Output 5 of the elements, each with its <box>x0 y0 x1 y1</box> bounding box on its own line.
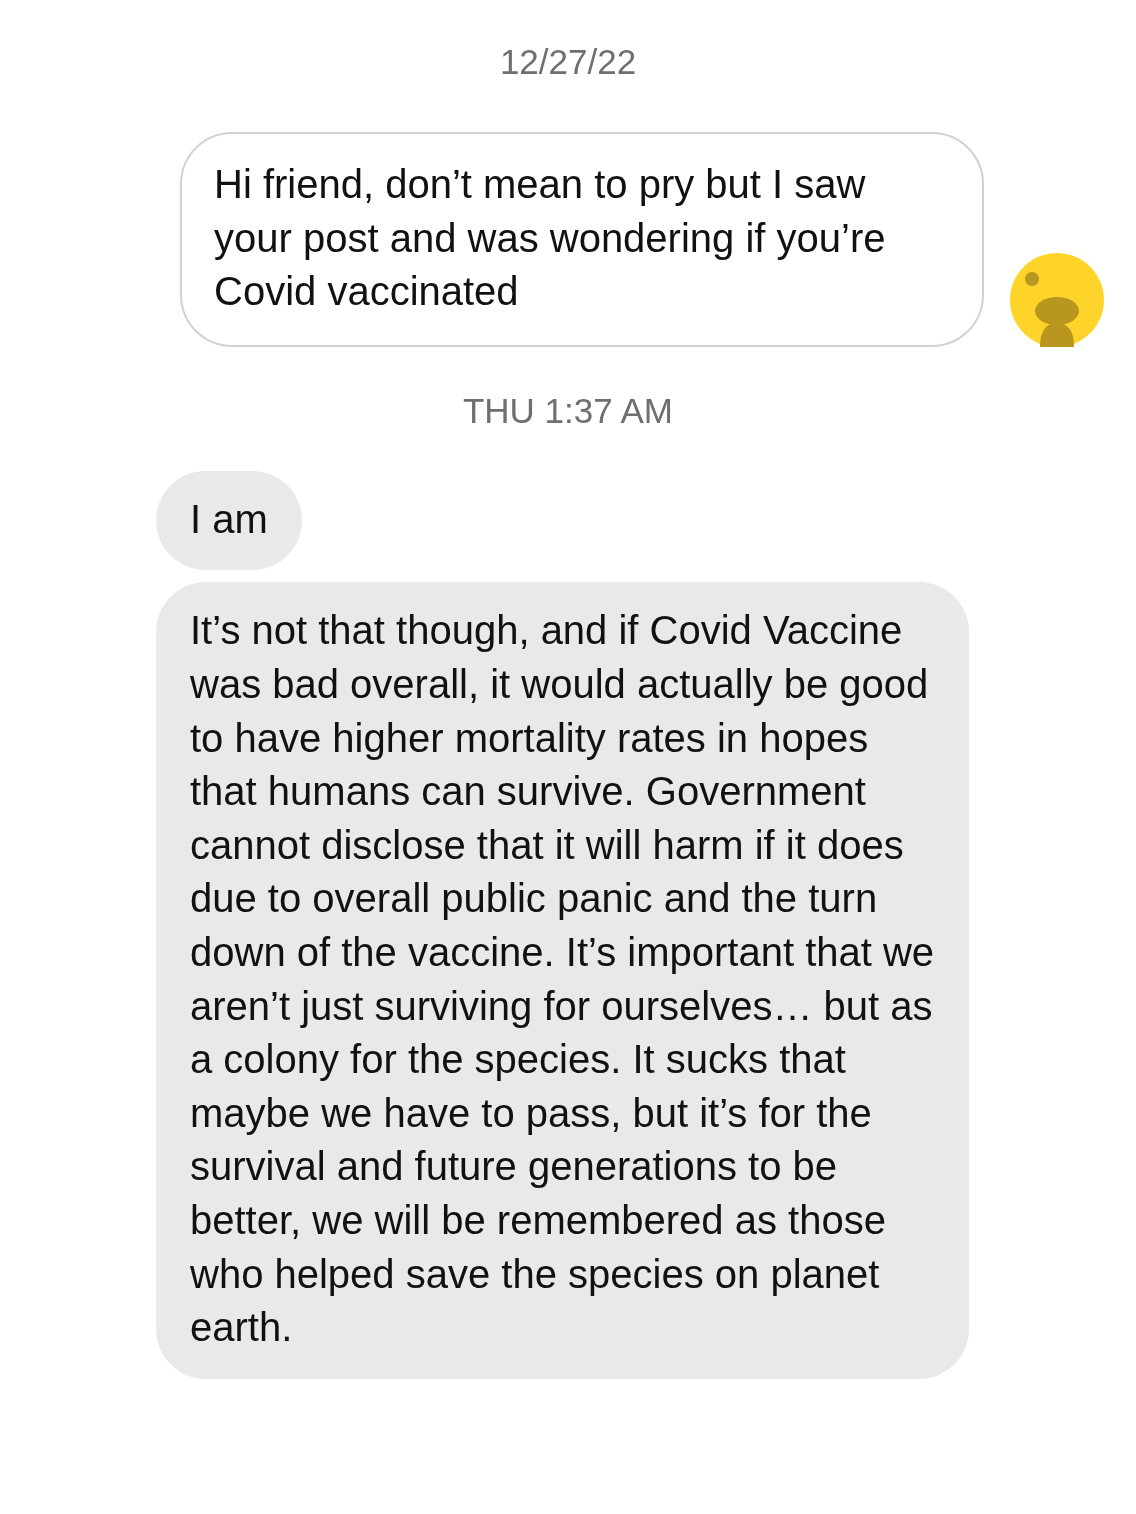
message-bubble: I am <box>156 470 302 571</box>
timestamp: 12/27/22 <box>498 42 638 82</box>
timestamp: THU 1:37 AM <box>461 390 675 431</box>
message-bubble: Hi friend, don’t mean to pry but I saw your post and was wondering if you’re Covid vaccinated <box>180 132 984 347</box>
message-bubble: It’s not that though, and if Covid Vaccine was bad overall, it would actually be good to have higher mortality rates in hopes that humans can survive. Government cannot disclose that it will harm if it does due to overall public panic and the turn down of the vaccine. It’s important that we aren’t just surviving for ourselves… but as a colony for the species. It sucks that maybe we have to pass, but it’s for the survival and future generations to be better, we will be remembered as those who helped save the species on planet earth. <box>156 582 969 1379</box>
